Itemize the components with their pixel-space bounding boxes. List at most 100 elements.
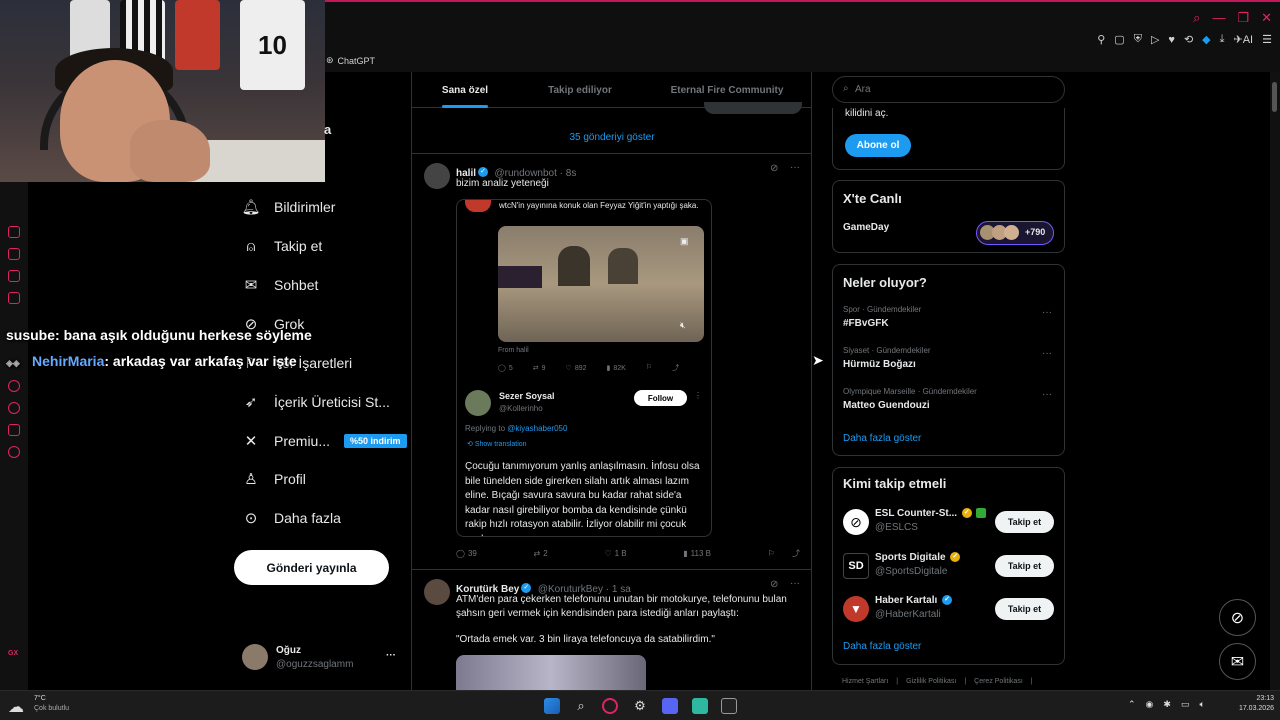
more-icon[interactable]: ··· xyxy=(1042,389,1052,400)
tweet[interactable]: Korutürk Bey ✓ @KoruturkBey · 1 sa ⊘ ··· … xyxy=(412,571,811,690)
follow-button[interactable]: Takip et xyxy=(995,555,1054,577)
messenger-icon[interactable] xyxy=(8,270,20,282)
more-icon[interactable]: ··· xyxy=(790,162,800,173)
like-action[interactable]: ♡ 1 B xyxy=(604,548,626,559)
settings-icon[interactable] xyxy=(8,446,20,458)
screenshot-icon[interactable]: ▢ xyxy=(1114,33,1124,46)
more-icon[interactable]: ··· xyxy=(1042,348,1052,359)
video-thumbnail[interactable]: ▣ 🔇︎ xyxy=(498,226,704,342)
more-icon[interactable]: ··· xyxy=(790,578,800,589)
heart-icon[interactable]: ♥ xyxy=(1168,34,1175,46)
trend-item[interactable]: Siyaset · Gündemdekiler Hürmüz Boğazı ··… xyxy=(833,344,1064,378)
clock-time[interactable]: 23:13 xyxy=(1230,695,1274,702)
footer-link[interactable]: Hizmet Şartları xyxy=(842,678,888,685)
nav-creator-studio[interactable]: ➶ İçerik Üreticisi St... xyxy=(242,393,390,411)
nav-profile[interactable]: ♙ Profil xyxy=(242,470,306,488)
share-icon[interactable]: ⤴ xyxy=(672,363,679,373)
follow-suggestion[interactable]: ▼ Haber Kartalı ✓ @HaberKartali Takip et xyxy=(833,593,1064,627)
live-avatars[interactable]: +790 xyxy=(976,221,1054,245)
more-icon[interactable]: ··· xyxy=(1042,307,1052,318)
ai-button[interactable]: ✈AI xyxy=(1234,33,1254,46)
footer-link[interactable]: Gizlilik Politikası xyxy=(906,678,956,685)
network-icon[interactable]: ◉ xyxy=(1146,699,1154,710)
grok-icon[interactable]: ⊘ xyxy=(770,579,778,590)
more-icon[interactable]: ⋮ xyxy=(694,391,702,400)
restore-icon[interactable]: ❐ xyxy=(1237,10,1249,26)
nav-chat[interactable]: ✉ Sohbet xyxy=(242,276,319,294)
discord-icon[interactable] xyxy=(662,698,678,714)
epic-games-icon[interactable] xyxy=(721,698,737,714)
views-action[interactable]: ▮ 113 B xyxy=(683,548,711,559)
trend-item[interactable]: Olympique Marseille · Gündemdekiler Matt… xyxy=(833,385,1064,419)
repost-action[interactable]: ⇄ 9 xyxy=(533,363,546,373)
steam-icon[interactable]: ⚙ xyxy=(632,698,648,714)
close-icon[interactable]: ✕ xyxy=(1261,10,1272,26)
live-item-name[interactable]: GameDay xyxy=(843,222,889,233)
scrollbar-thumb[interactable] xyxy=(1272,82,1277,112)
messages-float-button[interactable]: ✉ xyxy=(1219,643,1256,680)
show-more-trends-link[interactable]: Daha fazla göster xyxy=(843,433,921,444)
post-button[interactable]: Gönderi yayınla xyxy=(234,550,389,585)
display-icon[interactable]: ▭ xyxy=(1181,699,1190,710)
tweet-media-screenshot[interactable]: wtcN'in yayınına konuk olan Feyyaz Yiğit… xyxy=(456,199,712,537)
search-icon[interactable]: ⌕ xyxy=(573,698,589,714)
follow-button[interactable]: Follow xyxy=(634,390,687,406)
tweet[interactable]: halil ✓ @rundownbot · 8s ⊘ ··· bizim anal… xyxy=(412,155,811,570)
download-icon[interactable]: ⤓ xyxy=(1220,33,1225,46)
app-icon[interactable] xyxy=(692,698,708,714)
music-icon[interactable] xyxy=(8,292,20,304)
search-icon[interactable]: ⌕ xyxy=(1193,10,1200,26)
windows-start-icon[interactable] xyxy=(544,698,560,714)
bluetooth-icon[interactable]: ✱ xyxy=(1163,699,1171,710)
page-scrollbar[interactable] xyxy=(1270,72,1280,690)
volume-icon[interactable]: 🔈︎ xyxy=(1199,699,1204,710)
chevron-up-icon[interactable]: ⌃ xyxy=(1128,699,1136,710)
share-icon[interactable]: ⤴ xyxy=(792,548,800,559)
repost-action[interactable]: ⇄ 2 xyxy=(534,548,548,559)
show-more-suggestions-link[interactable]: Daha fazla göster xyxy=(843,641,921,652)
footer-link[interactable]: Çerez Politikası xyxy=(974,678,1023,685)
reply-action[interactable]: ◯ 39 xyxy=(456,548,477,559)
shield-icon[interactable]: ⛨ xyxy=(1134,33,1142,46)
opera-gx-icon[interactable] xyxy=(602,698,618,714)
follow-suggestion[interactable]: SD Sports Digitale ✓ @SportsDigitale Tak… xyxy=(833,550,1064,584)
whatsapp-icon[interactable] xyxy=(8,424,20,436)
show-new-posts-button[interactable]: 35 gönderiyi göster xyxy=(412,122,811,154)
follow-suggestion[interactable]: ⊘ ESL Counter-St... ✓ @ESLCS Takip et xyxy=(833,506,1064,540)
player-icon[interactable] xyxy=(8,380,20,392)
nav-premium[interactable]: ✕ Premiu... %50 indirim xyxy=(242,432,407,450)
search-input[interactable]: ⌕ Ara xyxy=(832,76,1065,103)
grok-icon[interactable]: ⊘ xyxy=(770,163,778,174)
history-icon[interactable] xyxy=(8,226,20,238)
vpn-icon[interactable]: ◆ xyxy=(1202,33,1210,46)
tweet-media-image[interactable] xyxy=(456,655,646,690)
follow-button[interactable]: Takip et xyxy=(995,598,1054,620)
grok-float-button[interactable]: ⊘ xyxy=(1219,599,1256,636)
follow-button[interactable]: Takip et xyxy=(995,511,1054,533)
menu-icon[interactable]: ☰ xyxy=(1262,33,1272,46)
pin-icon[interactable]: ⚲ xyxy=(1097,33,1105,46)
nav-more[interactable]: ⊙ Daha fazla xyxy=(242,509,341,527)
show-translation-link[interactable]: ⟲ Show translation xyxy=(467,440,527,448)
minimize-icon[interactable]: — xyxy=(1212,10,1225,26)
replying-handle[interactable]: @kiyashaber050 xyxy=(507,424,567,433)
account-switcher[interactable]: Oğuz @oguzzsaglamm ··· xyxy=(242,644,404,674)
sync-icon[interactable]: ⟲ xyxy=(1184,33,1193,46)
bookmark-icon[interactable]: ⚐ xyxy=(646,363,652,373)
tab-following[interactable]: Takip ediliyor xyxy=(518,72,642,108)
views-action[interactable]: ▮ 82K xyxy=(607,363,626,373)
nav-follow[interactable]: ⍝ Takip et xyxy=(242,237,322,255)
account-more-icon[interactable]: ··· xyxy=(386,650,396,661)
tab-for-you[interactable]: Sana özel xyxy=(412,72,518,108)
bookmark-chatgpt[interactable]: ⊛ ChatGPT xyxy=(326,55,375,66)
bookmark-icon[interactable]: ⚐ xyxy=(768,549,775,558)
reply-action[interactable]: ◯ 5 xyxy=(498,363,513,373)
subscribe-button[interactable]: Abone ol xyxy=(845,134,911,157)
play-icon[interactable]: ▷ xyxy=(1151,33,1159,46)
trend-item[interactable]: Spor · Gündemdekiler #FBvGFK ··· xyxy=(833,303,1064,337)
weather-temp[interactable]: 7°C xyxy=(34,695,46,702)
clock-icon[interactable] xyxy=(8,402,20,414)
like-action[interactable]: ♡ 892 xyxy=(566,363,587,373)
nav-notifications[interactable]: 🔔︎ Bildirimler xyxy=(241,198,335,216)
mute-icon[interactable]: 🔇︎ xyxy=(680,320,686,331)
